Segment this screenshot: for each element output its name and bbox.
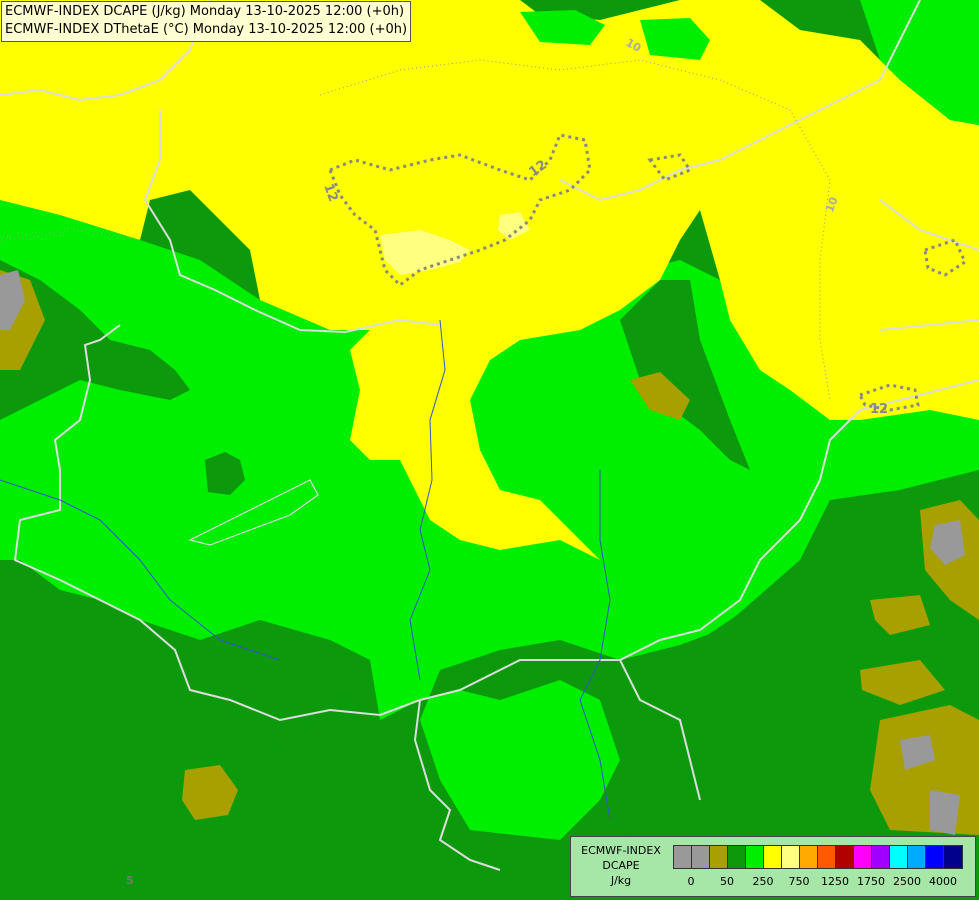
weather-map: 12 12 12 10 10 5	[0, 0, 979, 900]
legend-param: DCAPE	[602, 859, 640, 872]
contour-label: 5	[126, 874, 134, 887]
legend-swatches	[673, 845, 963, 869]
contour-label: 12	[870, 402, 888, 417]
legend-swatch	[782, 846, 800, 868]
legend-tick-label: 250	[752, 875, 774, 888]
legend-swatch	[818, 846, 836, 868]
legend-swatch	[710, 846, 728, 868]
legend-title: ECMWF-INDEX DCAPE J/kg	[573, 843, 669, 888]
title-line-dthetae: ECMWF-INDEX DThetaE (°C) Monday 13-10-20…	[5, 22, 408, 37]
legend-swatch	[728, 846, 746, 868]
title-line-dcape: ECMWF-INDEX DCAPE (J/kg) Monday 13-10-20…	[5, 4, 405, 19]
legend-swatch	[692, 846, 710, 868]
legend-tick-label: 1250	[821, 875, 849, 888]
olive-area-6	[870, 705, 979, 835]
legend-swatch	[926, 846, 944, 868]
legend-tick-label: 0	[687, 875, 695, 888]
map-title: ECMWF-INDEX DCAPE (J/kg) Monday 13-10-20…	[1, 1, 412, 42]
legend-swatch	[890, 846, 908, 868]
gray-area-4	[930, 790, 960, 835]
legend-swatch	[746, 846, 764, 868]
legend-tick-label: 4000	[929, 875, 957, 888]
legend-tick-label: 50	[720, 875, 734, 888]
legend-swatch	[800, 846, 818, 868]
legend-swatch	[764, 846, 782, 868]
legend-swatch	[836, 846, 854, 868]
legend-unit: J/kg	[610, 874, 632, 887]
legend-model: ECMWF-INDEX	[581, 844, 661, 857]
legend-swatch	[944, 846, 962, 868]
legend-swatch	[674, 846, 692, 868]
legend-swatch	[872, 846, 890, 868]
legend-swatch	[908, 846, 926, 868]
legend-swatch	[854, 846, 872, 868]
legend-tick-label: 750	[788, 875, 810, 888]
legend-tick-label: 1750	[857, 875, 885, 888]
legend-tick-label: 2500	[893, 875, 921, 888]
legend-ticks: 0 50 250 750 1250 1750 2500 4000	[673, 875, 963, 889]
color-legend: ECMWF-INDEX DCAPE J/kg 0 50 250 750 1250 1750…	[570, 836, 976, 897]
